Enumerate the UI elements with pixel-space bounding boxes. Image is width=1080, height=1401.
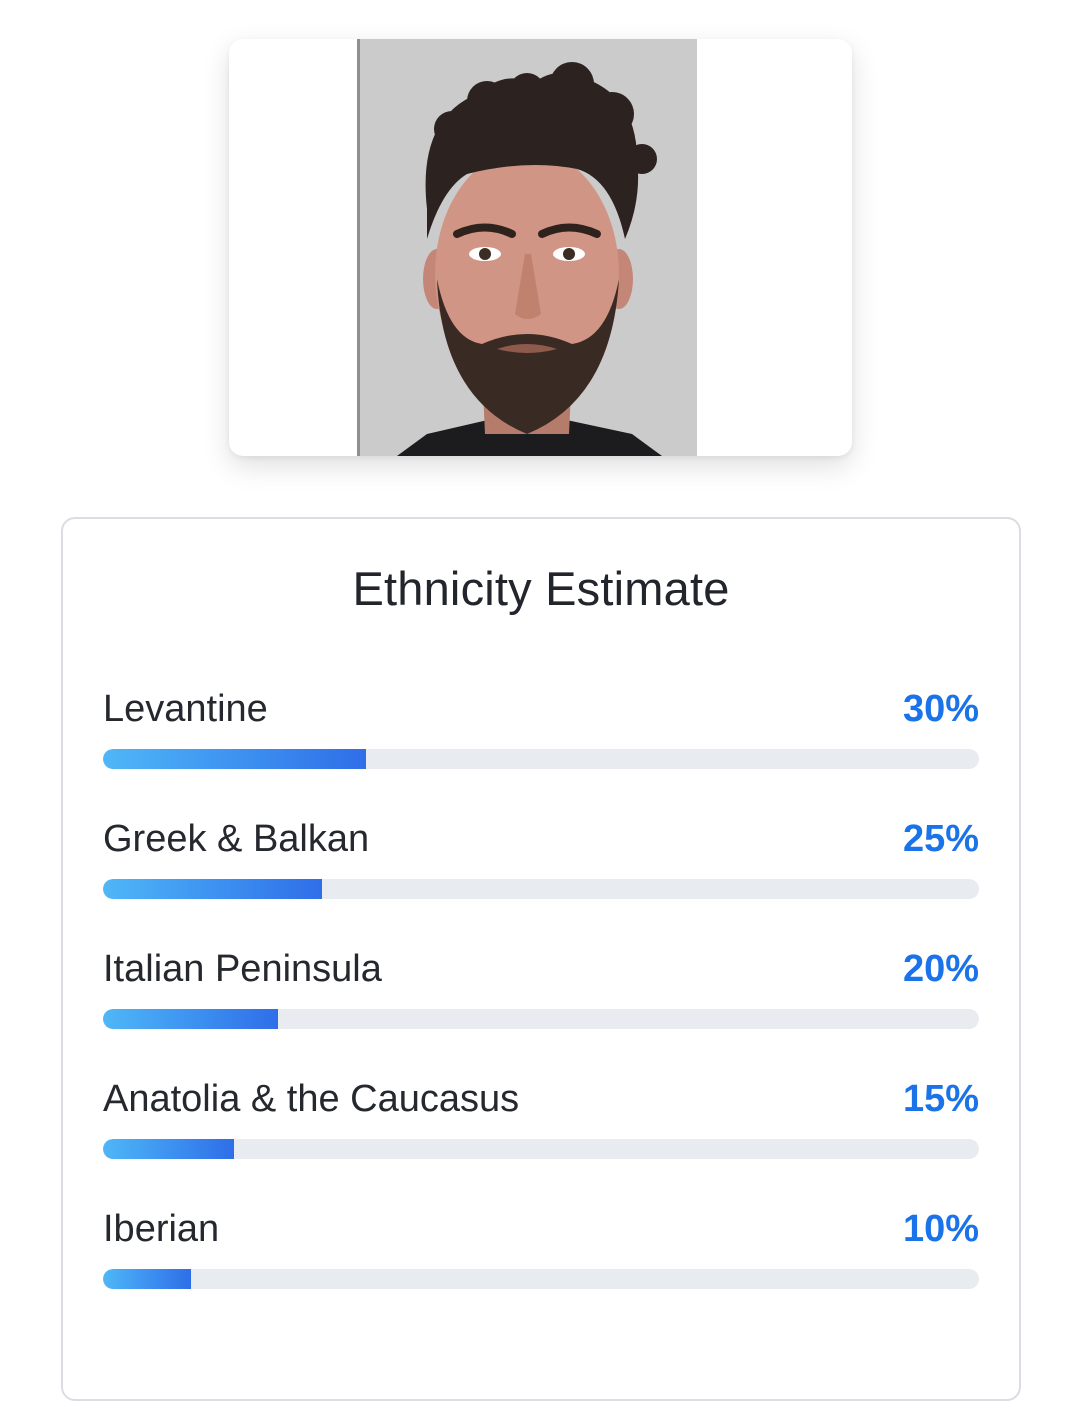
ethnicity-label: Iberian xyxy=(103,1208,220,1250)
ethnicity-row: Anatolia & the Caucasus 15% xyxy=(103,1069,979,1199)
ethnicity-percent: 30% xyxy=(902,688,979,730)
ethnicity-label: Italian Peninsula xyxy=(103,948,382,990)
ethnicity-row: Italian Peninsula 20% xyxy=(103,939,979,1069)
progress-track xyxy=(103,749,979,769)
ethnicity-percent: 15% xyxy=(902,1078,979,1120)
progress-track xyxy=(103,1009,979,1029)
ethnicity-label: Anatolia & the Caucasus xyxy=(103,1078,520,1120)
progress-fill xyxy=(103,749,366,769)
progress-track xyxy=(103,1139,979,1159)
photo-card xyxy=(229,39,852,456)
face-photo-illustration xyxy=(357,39,697,456)
progress-track xyxy=(103,879,979,899)
ethnicity-row: Greek & Balkan 25% xyxy=(103,809,979,939)
ethnicity-percent: 10% xyxy=(902,1208,979,1250)
ethnicity-label: Levantine xyxy=(103,688,268,730)
ethnicity-percent: 25% xyxy=(902,818,979,860)
ethnicity-card: Ethnicity Estimate Levantine 30% Greek &… xyxy=(61,517,1021,1401)
progress-fill xyxy=(103,879,322,899)
progress-fill xyxy=(103,1009,279,1029)
ethnicity-list: Levantine 30% Greek & Balkan 25% Italian… xyxy=(103,679,979,1329)
ethnicity-percent: 20% xyxy=(902,948,979,990)
face-photo xyxy=(357,39,697,456)
card-title: Ethnicity Estimate xyxy=(352,562,730,615)
progress-track xyxy=(103,1269,979,1289)
progress-fill xyxy=(103,1269,191,1289)
ethnicity-label: Greek & Balkan xyxy=(103,818,370,860)
ethnicity-row: Iberian 10% xyxy=(103,1199,979,1329)
progress-fill xyxy=(103,1139,235,1159)
ethnicity-row: Levantine 30% xyxy=(103,679,979,809)
